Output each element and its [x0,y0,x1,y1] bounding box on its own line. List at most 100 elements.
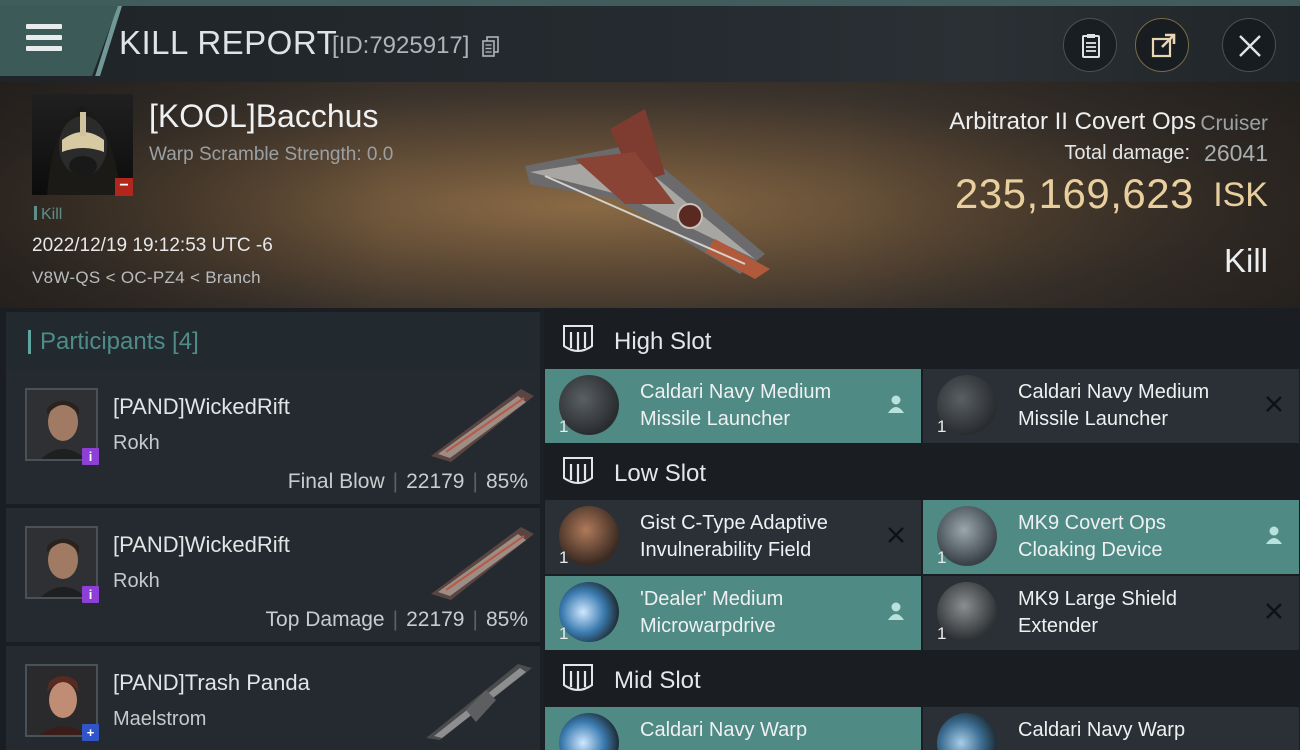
hamburger-icon[interactable] [26,24,62,54]
module-quantity: 1 [559,624,569,643]
low-slot-icon [563,457,593,484]
kill-report-window: KILL REPORT [ID:7925917] − [KOOL]Bacchus… [0,0,1300,750]
share-button[interactable] [1135,18,1189,72]
header-bar: KILL REPORT [ID:7925917] [0,0,1300,82]
person-icon [1266,526,1282,544]
header-top-line [0,0,1300,6]
plus-badge-icon: + [82,724,99,741]
participants-header: Participants [4] [6,312,540,370]
module-name: Gist C-Type Adaptive Invulnerability Fie… [640,512,828,561]
participant-stats: Final Blow | 22179 | 85% [288,470,528,494]
victim-banner: − [KOOL]Bacchus Warp Scramble Strength: … [0,82,1300,308]
isk-value: 235,169,623 [954,170,1194,217]
destroyed-x-icon [888,527,904,543]
participant-role: Top Damage [265,608,385,631]
participant-row[interactable]: + [PAND]Trash Panda Maelstrom [6,646,540,750]
participant-percent: 85% [485,470,528,493]
module-name: MK9 Covert Ops Cloaking Device [1018,512,1166,561]
standing-badge-icon: i [82,448,99,465]
report-id: [ID:7925917] [332,32,470,59]
mid-slot-icon [563,664,593,691]
module-item[interactable]: 1 Caldari Navy Medium Missile Launcher [545,369,921,443]
page-title: KILL REPORT [119,24,338,61]
clipboard-button[interactable] [1063,18,1117,72]
module-name: Caldari Navy Medium Missile Launcher [1018,381,1210,430]
low-slot-header: Low Slot [544,442,1300,502]
participant-row[interactable]: i [PAND]WickedRift Rokh Top Damage | 22179… [6,508,540,642]
high-slot-label: High Slot [614,328,712,355]
module-quantity: 1 [937,417,947,436]
participant-name[interactable]: [PAND]WickedRift [113,532,290,558]
module-item[interactable]: 1 'Dealer' Medium Microwarpdrive [545,576,921,650]
module-quantity: 1 [937,548,947,567]
high-slot-icon [563,325,593,352]
kill-tag-label: Kill [41,206,63,223]
module-name: Caldari Navy Warp [1018,719,1186,741]
person-icon [888,602,904,620]
warp-module-icon [937,713,997,750]
participant-ship-image [426,664,532,740]
copy-icon[interactable] [482,36,500,58]
close-icon [1239,35,1261,57]
participant-ship-image [431,527,534,600]
participant-name[interactable]: [PAND]Trash Panda [113,670,310,696]
kill-tag-bar [34,206,37,220]
destroyed-x-icon [1266,603,1282,619]
participants-panel: Participants [4] i [PAND]WickedRift Rokh… [0,308,540,750]
participant-ship: Rokh [113,432,160,454]
victim-ship-name[interactable]: Arbitrator II Covert Ops [949,108,1196,136]
module-item[interactable]: Caldari Navy Warp [545,707,921,750]
stat-separator: | [472,608,478,631]
stat-separator: | [392,470,399,493]
mid-slot-label: Mid Slot [614,667,701,694]
total-damage-value: 26041 [1204,140,1268,166]
kill-location[interactable]: V8W-QS < OC-PZ4 < Branch [32,268,261,288]
victim-ship-class: Cruiser [1200,112,1268,135]
clipboard-icon [1082,34,1100,58]
kill-result: Kill [1223,242,1268,279]
external-link-icon [1151,33,1176,58]
warp-scramble-strength: Warp Scramble Strength: 0.0 [149,144,394,165]
isk-unit: ISK [1213,176,1268,214]
participant-ship-image [431,389,534,462]
module-item[interactable]: 1 Gist C-Type Adaptive Invulnerability F… [545,500,921,574]
module-quantity: 1 [559,417,569,436]
kill-tag: Kill [34,206,62,224]
participant-ship: Maelstrom [113,708,207,730]
stat-separator: | [392,608,399,631]
close-button[interactable] [1222,18,1276,72]
participant-damage: 22179 [406,608,465,631]
warp-module-icon [559,713,619,750]
total-damage-label: Total damage: [1064,142,1190,164]
fitting-panel: High Slot 1 Caldari Navy Medium Missile … [544,308,1300,750]
module-name: Caldari Navy Warp [640,719,808,741]
person-icon [888,395,904,413]
kill-datetime: 2022/12/19 19:12:53 UTC -6 [32,235,273,256]
module-item[interactable]: 1 Caldari Navy Medium Missile Launcher [923,369,1299,443]
high-slot-header: High Slot [544,310,1300,370]
participants-title: Participants [4] [40,328,199,355]
participant-ship: Rokh [113,570,160,592]
module-quantity: 1 [559,548,569,567]
stat-separator: | [472,470,478,493]
hostile-standing-icon: − [115,178,133,196]
mid-slot-header: Mid Slot [544,649,1300,709]
module-item[interactable]: Caldari Navy Warp [923,707,1299,750]
participant-row[interactable]: i [PAND]WickedRift Rokh Final Blow | 22179… [6,370,540,504]
participant-role: Final Blow [287,470,385,493]
module-name: 'Dealer' Medium Microwarpdrive [640,588,784,637]
module-item[interactable]: 1 MK9 Covert Ops Cloaking Device [923,500,1299,574]
destroyed-x-icon [1266,396,1282,412]
participant-stats: Top Damage | 22179 | 85% [266,608,528,632]
participant-name[interactable]: [PAND]WickedRift [113,394,290,420]
standing-badge-icon: i [82,586,99,603]
participants-header-bar [28,330,31,354]
victim-ship-render [525,109,770,279]
module-name: Caldari Navy Medium Missile Launcher [640,381,832,430]
module-item[interactable]: 1 MK9 Large Shield Extender [923,576,1299,650]
low-slot-label: Low Slot [614,460,707,487]
module-quantity: 1 [937,624,947,643]
participant-percent: 85% [485,608,528,631]
module-name: MK9 Large Shield Extender [1018,588,1177,637]
victim-name[interactable]: [KOOL]Bacchus [149,98,378,135]
